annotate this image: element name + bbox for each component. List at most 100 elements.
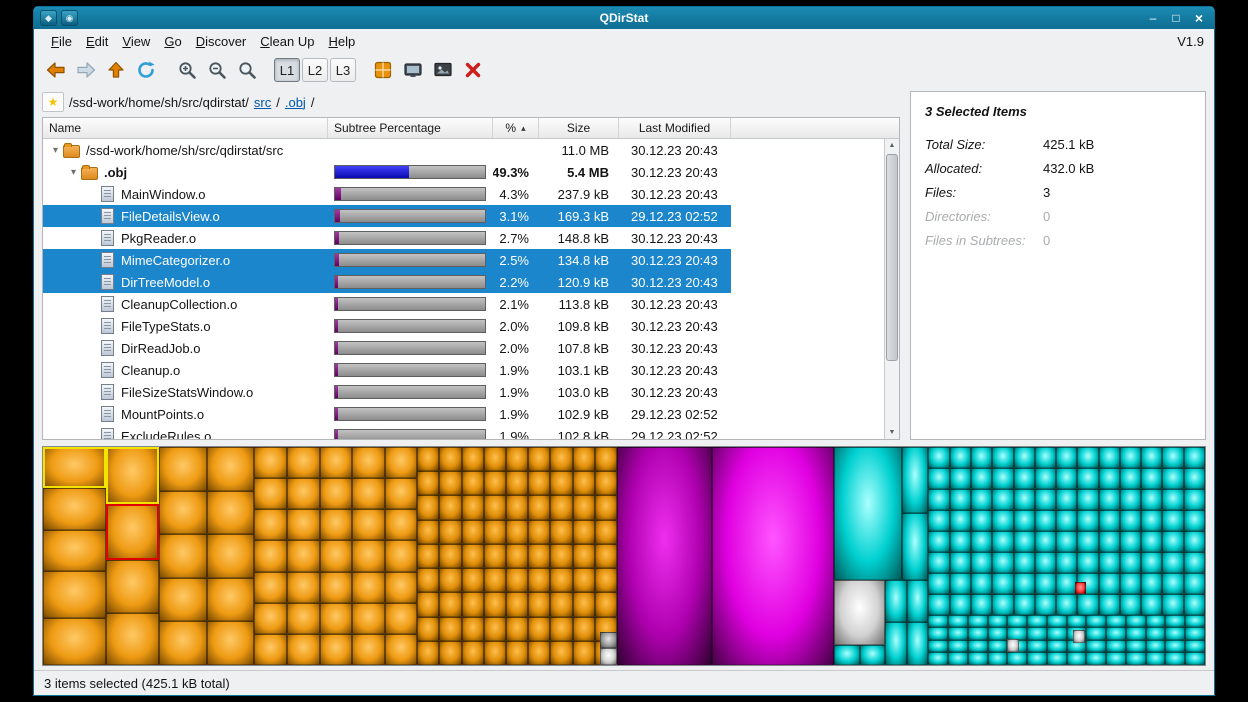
treemap-tile[interactable] [159, 447, 207, 491]
treemap-tile[interactable] [1162, 594, 1183, 615]
treemap-tile[interactable] [1073, 630, 1086, 643]
treemap-tile[interactable] [885, 622, 906, 665]
treemap-tile[interactable] [1120, 489, 1141, 510]
treemap-zoom-out-button[interactable] [429, 57, 457, 84]
treemap-tile[interactable] [1014, 594, 1035, 615]
treemap-tile[interactable] [159, 578, 207, 622]
treemap-tile[interactable] [352, 509, 385, 540]
column-header-last-modified[interactable]: Last Modified [619, 118, 731, 138]
treemap-tile[interactable] [968, 615, 988, 628]
treemap-tile[interactable] [1014, 573, 1035, 594]
treemap-tile[interactable] [417, 544, 439, 568]
treemap-tile[interactable] [462, 568, 484, 592]
treemap-tile[interactable] [950, 489, 971, 510]
treemap-tile[interactable] [595, 592, 617, 616]
treemap-tile[interactable] [1014, 489, 1035, 510]
treemap-tile[interactable] [207, 578, 255, 622]
treemap-tile[interactable] [43, 530, 106, 571]
treemap-tile[interactable] [1120, 531, 1141, 552]
tree-row[interactable]: Cleanup.o1.9%103.1 kB30.12.23 20:43 [43, 359, 885, 381]
treemap-tile[interactable] [1035, 531, 1056, 552]
treemap-tile[interactable] [1014, 510, 1035, 531]
treemap-tile[interactable] [950, 447, 971, 468]
treemap-tile[interactable] [320, 478, 353, 509]
treemap-tile[interactable] [1035, 552, 1056, 573]
treemap-tile[interactable] [254, 634, 287, 665]
treemap-tile[interactable] [1165, 652, 1185, 665]
treemap-tile[interactable] [1099, 510, 1120, 531]
treemap-tile[interactable] [254, 603, 287, 634]
treemap-tile[interactable] [1185, 627, 1205, 640]
treemap-tile[interactable] [712, 447, 834, 665]
go-up-button[interactable] [102, 57, 130, 84]
treemap-tile[interactable] [1146, 640, 1166, 653]
treemap-tile[interactable] [1120, 468, 1141, 489]
treemap-tile[interactable] [902, 447, 929, 513]
treemap-tile[interactable] [352, 478, 385, 509]
treemap-tile[interactable] [595, 568, 617, 592]
treemap-tile[interactable] [320, 447, 353, 478]
treemap-tile[interactable] [902, 513, 929, 579]
treemap-tile[interactable] [971, 573, 992, 594]
treemap-tile[interactable] [1146, 615, 1166, 628]
treemap-tile[interactable] [1106, 615, 1126, 628]
path-link[interactable]: .obj [285, 95, 306, 110]
treemap-tile[interactable] [462, 592, 484, 616]
treemap-tile[interactable] [860, 645, 886, 665]
treemap-tile[interactable] [506, 641, 528, 665]
treemap-tile[interactable] [484, 544, 506, 568]
treemap-tile-current[interactable] [106, 504, 159, 561]
treemap-tile[interactable] [439, 592, 461, 616]
treemap-tile[interactable] [439, 447, 461, 471]
treemap-tile[interactable] [1165, 640, 1185, 653]
bookmark-star-icon[interactable] [42, 92, 64, 112]
treemap-tile[interactable] [1184, 531, 1205, 552]
treemap-tile[interactable] [385, 634, 418, 665]
treemap-tile[interactable] [287, 509, 320, 540]
treemap-tile[interactable] [385, 572, 418, 603]
go-back-button[interactable] [42, 57, 70, 84]
treemap-tile[interactable] [159, 491, 207, 535]
treemap-tile[interactable] [287, 447, 320, 478]
treemap-tile[interactable] [928, 531, 949, 552]
treemap-tile[interactable] [617, 447, 712, 665]
treemap-tile[interactable] [1067, 615, 1087, 628]
treemap-tile[interactable] [462, 471, 484, 495]
treemap-tile[interactable] [254, 540, 287, 571]
treemap-tile[interactable] [1056, 531, 1077, 552]
tree-row[interactable]: MountPoints.o1.9%102.9 kB29.12.23 02:52 [43, 403, 885, 425]
treemap-tile[interactable] [287, 634, 320, 665]
scrollbar-thumb[interactable] [886, 154, 898, 361]
treemap-tile[interactable] [320, 634, 353, 665]
treemap-tile[interactable] [320, 509, 353, 540]
treemap-tile[interactable] [1184, 552, 1205, 573]
treemap-tile[interactable] [417, 568, 439, 592]
treemap-tile[interactable] [1185, 615, 1205, 628]
treemap-tile[interactable] [971, 489, 992, 510]
treemap-tile[interactable] [1047, 615, 1067, 628]
treemap-tile[interactable] [1035, 510, 1056, 531]
treemap-tile[interactable] [1077, 531, 1098, 552]
layout-l3-button[interactable]: L3 [330, 58, 356, 82]
treemap-tile[interactable] [1099, 447, 1120, 468]
treemap-tile[interactable] [971, 531, 992, 552]
treemap-tile[interactable] [439, 471, 461, 495]
treemap-tile[interactable] [462, 544, 484, 568]
treemap-tile[interactable] [528, 471, 550, 495]
treemap-tile[interactable] [1120, 573, 1141, 594]
treemap-tile[interactable] [385, 540, 418, 571]
treemap-tile[interactable] [320, 540, 353, 571]
treemap-tile[interactable] [385, 509, 418, 540]
treemap-tile[interactable] [595, 520, 617, 544]
treemap-tile[interactable] [1086, 640, 1106, 653]
treemap-tile[interactable] [971, 594, 992, 615]
tree-row[interactable]: FileSizeStatsWindow.o1.9%103.0 kB30.12.2… [43, 381, 885, 403]
treemap-tile[interactable] [992, 447, 1013, 468]
treemap-tile[interactable] [207, 621, 255, 665]
treemap-tile[interactable] [1035, 468, 1056, 489]
treemap-tile-selected[interactable] [106, 447, 159, 504]
tree-row[interactable]: CleanupCollection.o2.1%113.8 kB30.12.23 … [43, 293, 885, 315]
treemap-tile[interactable] [439, 617, 461, 641]
treemap-tile[interactable] [1014, 552, 1035, 573]
treemap-tile[interactable] [207, 534, 255, 578]
